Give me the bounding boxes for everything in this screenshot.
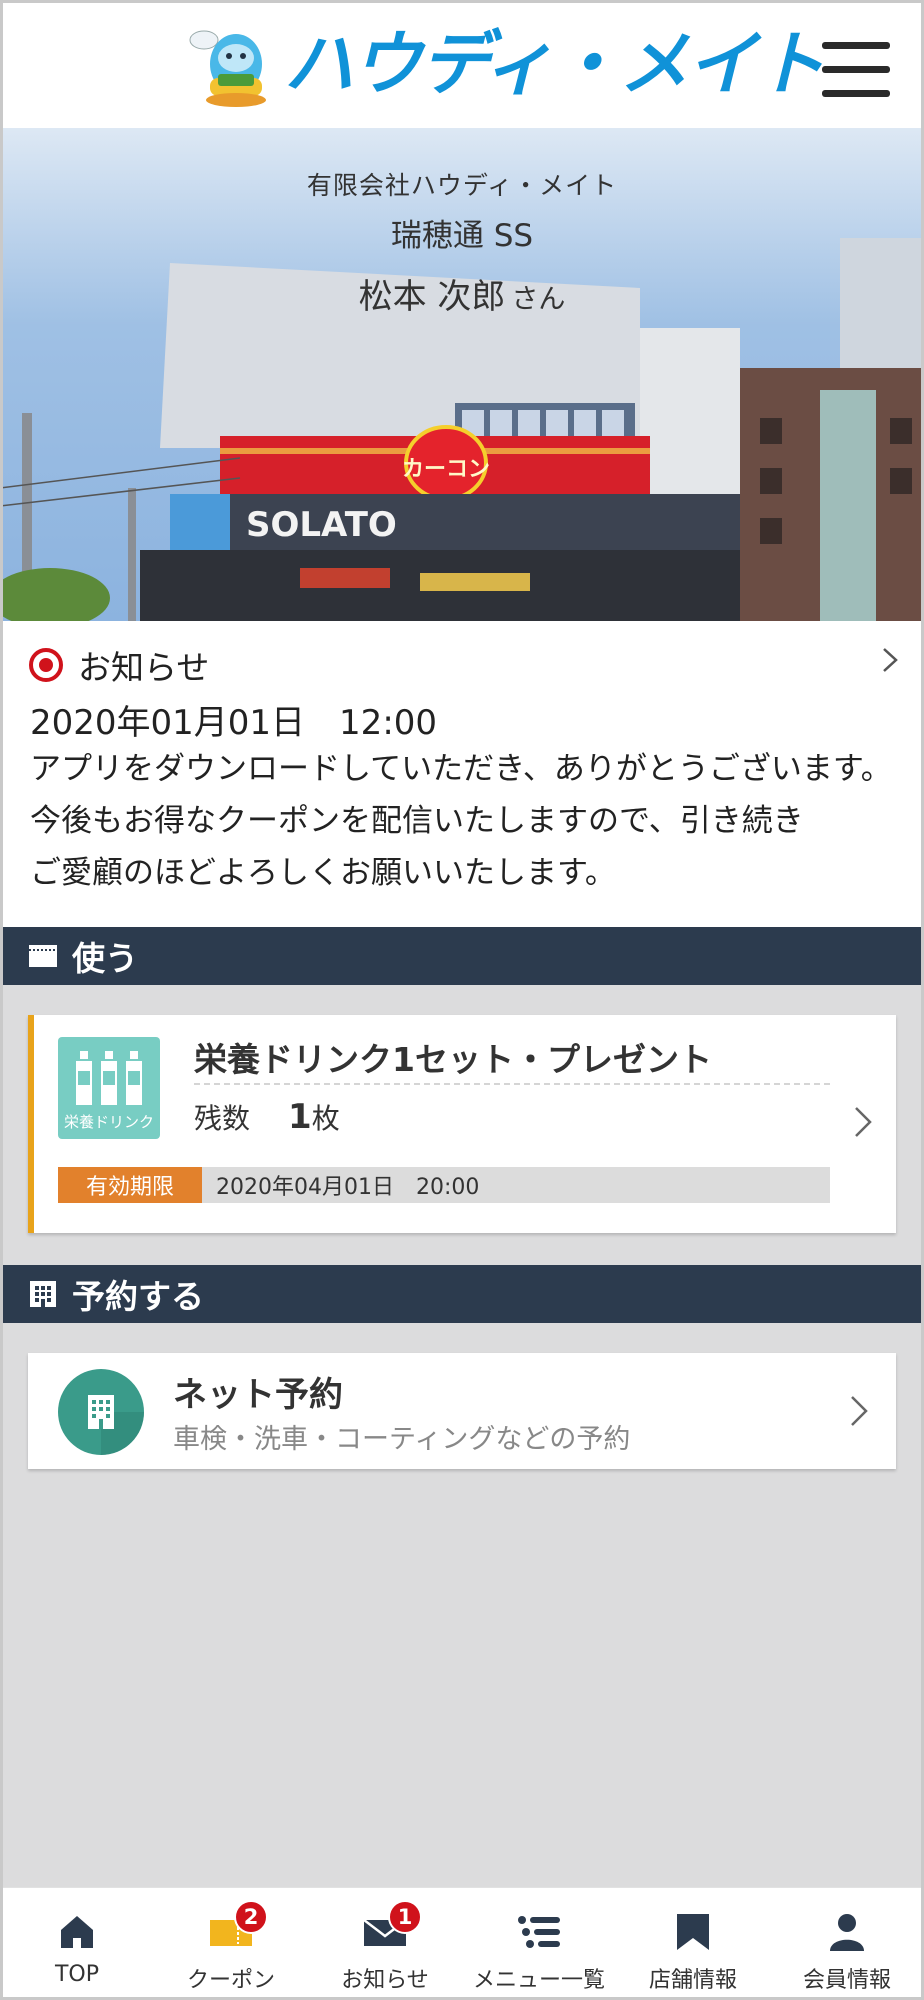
nav-notice[interactable]: 1 お知らせ <box>308 1888 462 2000</box>
chevron-right-icon <box>855 1107 872 1137</box>
nav-label: お知らせ <box>341 1968 429 1993</box>
notice-badge: 1 <box>388 1900 422 1934</box>
expiry-label: 有効期限 <box>58 1167 202 1203</box>
notice-title: お知らせ <box>78 648 210 687</box>
carcon-sign: カーコン <box>402 457 490 482</box>
chevron-right-icon <box>851 1396 868 1426</box>
coupon-badge: 2 <box>234 1900 268 1934</box>
app-header: ハウディ・メイト <box>0 0 924 128</box>
remaining-unit: 枚 <box>311 1102 340 1135</box>
reserve-section-title: 予約する <box>72 1277 204 1316</box>
building-icon <box>58 1369 144 1455</box>
solato-sign: SOLATO <box>246 505 397 545</box>
divider <box>194 1083 830 1085</box>
store-info: 有限会社ハウディ・メイト 瑞穂通 SS 松本 次郎 さん <box>0 166 924 318</box>
notice-panel[interactable]: お知らせ 2020年01月01日 12:00 アプリをダウンロードしていただき、… <box>0 621 924 927</box>
company-name: 有限会社ハウディ・メイト <box>306 171 618 200</box>
nav-label: 会員情報 <box>802 1968 891 1993</box>
user-greeting: 松本 次郎 さん <box>0 269 924 318</box>
person-icon <box>830 1914 864 1951</box>
coupon-remaining: 残数 1 枚 <box>194 1097 340 1137</box>
remaining-label: 残数 <box>194 1102 251 1135</box>
building-icon <box>30 1281 56 1307</box>
home-icon <box>61 1916 93 1948</box>
coupon-expiry: 有効期限 2020年04月01日 20:00 <box>58 1167 830 1203</box>
nav-label: メニュー一覧 <box>472 1968 605 1993</box>
reserve-section-header: 予約する <box>0 1265 924 1323</box>
nav-menu-list[interactable]: メニュー一覧 <box>462 1888 616 2000</box>
net-reservation-card[interactable]: ネット予約 車検・洗車・コーティングなどの予約 <box>28 1353 896 1469</box>
reserve-title: ネット予約 <box>173 1375 343 1415</box>
nav-store-info[interactable]: 店舗情報 <box>616 1888 770 2000</box>
use-section-title: 使う <box>72 939 138 978</box>
coupon-image-label: 栄養ドリンク <box>63 1113 154 1131</box>
notice-body: アプリをダウンロードしていただき、ありがとうございます。 今後もお得なクーポンを… <box>30 743 900 899</box>
menu-icon <box>822 42 890 49</box>
brand-name: ハウディ・メイト <box>284 23 825 105</box>
coupon-image: 栄養ドリンク <box>58 1037 160 1139</box>
user-name: 松本 次郎 <box>358 277 506 317</box>
notice-header: お知らせ <box>28 641 209 689</box>
hamburger-menu-button[interactable] <box>822 42 890 98</box>
use-section-header: 使う <box>0 927 924 985</box>
nav-top[interactable]: TOP <box>0 1888 154 2000</box>
notice-body-line: アプリをダウンロードしていただき、ありがとうございます。 <box>30 751 892 787</box>
notice-body-line: 今後もお得なクーポンを配信いたしますので、引き続き <box>30 803 804 839</box>
notice-body-line: ご愛顧のほどよろしくお願いいたします。 <box>30 855 616 891</box>
honorific: さん <box>511 284 566 315</box>
nav-member-info[interactable]: 会員情報 <box>770 1888 924 2000</box>
brand-logo[interactable]: ハウディ・メイト <box>184 18 825 110</box>
coupon-card[interactable]: 栄養ドリンク 栄養ドリンク1セット・プレゼント 残数 1 枚 有効期限 2020… <box>28 1015 896 1233</box>
chevron-right-icon[interactable] <box>880 646 900 674</box>
store-name: 瑞穂通 SS <box>390 218 534 254</box>
notice-datetime: 2020年01月01日 12:00 <box>30 703 438 743</box>
target-icon <box>29 648 63 682</box>
ticket-icon <box>29 945 57 967</box>
reserve-subtitle: 車検・洗車・コーティングなどの予約 <box>173 1424 631 1455</box>
bottom-navigation: TOP 2 クーポン 1 お知らせ メニュー一覧 店舗情報 会員情報 <box>0 1887 924 2000</box>
nav-label: 店舗情報 <box>648 1968 737 1993</box>
nav-coupon[interactable]: 2 クーポン <box>154 1888 308 2000</box>
store-hero-banner: カーコン SOLATO 有限会社ハウディ・メイト 瑞穂通 SS 松本 次郎 さん <box>0 128 924 621</box>
nav-label: クーポン <box>186 1968 275 1993</box>
list-icon <box>518 1916 560 1948</box>
expiry-date: 2020年04月01日 20:00 <box>216 1175 480 1200</box>
mascot-logo-icon <box>189 30 266 107</box>
store-icon <box>677 1914 709 1950</box>
remaining-count: 1 <box>288 1097 312 1137</box>
coupon-title: 栄養ドリンク1セット・プレゼント <box>194 1040 712 1079</box>
nav-label: TOP <box>54 1962 100 1987</box>
